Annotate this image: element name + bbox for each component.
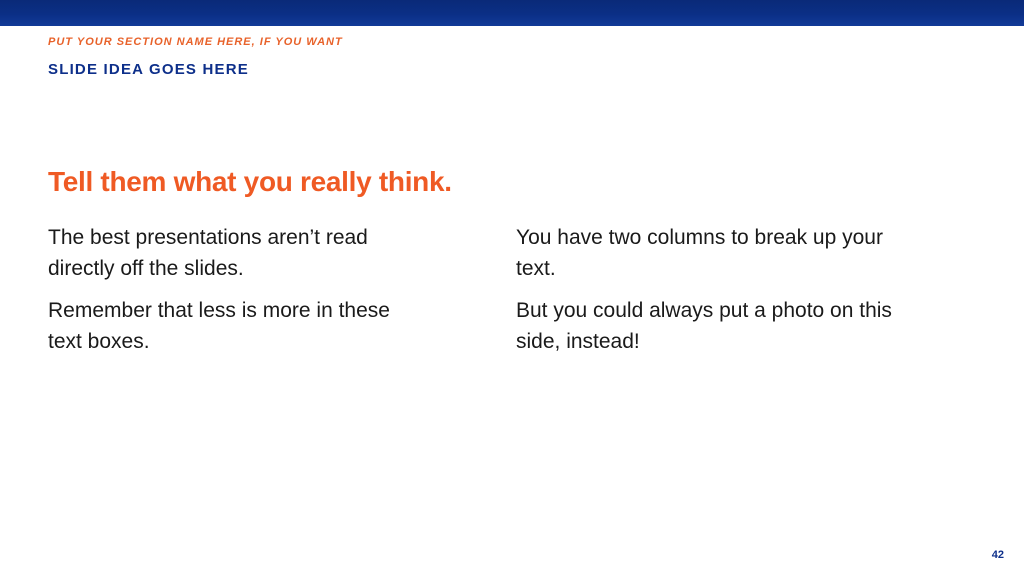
left-paragraph-1: The best presentations aren’t read direc…	[48, 226, 368, 280]
page-number: 42	[991, 549, 1004, 561]
slide-idea-label: SLIDE IDEA GOES HERE	[48, 61, 249, 78]
slide: PUT YOUR SECTION NAME HERE, IF YOU WANT …	[0, 0, 1024, 576]
top-banner	[0, 0, 1024, 26]
slide-headline: Tell them what you really think.	[48, 166, 452, 197]
right-paragraph-2: But you could always put a photo on this…	[516, 299, 892, 353]
section-name-label: PUT YOUR SECTION NAME HERE, IF YOU WANT	[48, 36, 343, 48]
left-paragraph-2: Remember that less is more in these text…	[48, 299, 390, 353]
right-text-column: You have two columns to break up your te…	[516, 222, 916, 368]
left-text-column: The best presentations aren’t read direc…	[48, 222, 428, 368]
right-paragraph-1: You have two columns to break up your te…	[516, 226, 883, 280]
